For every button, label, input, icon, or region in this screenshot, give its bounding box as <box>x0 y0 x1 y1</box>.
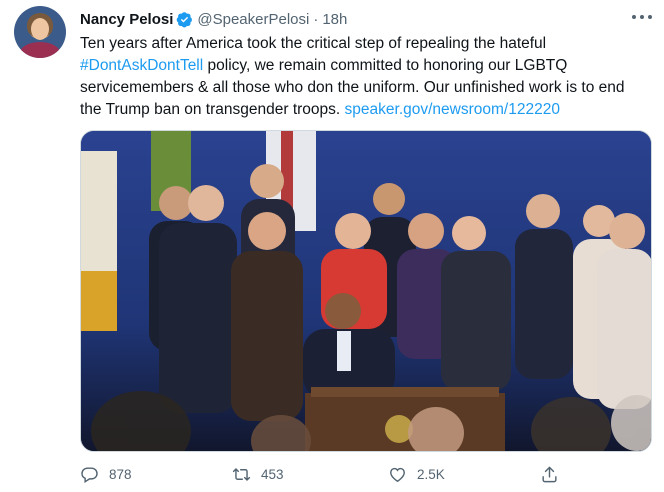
like-button[interactable]: 2.5K <box>388 465 445 484</box>
avatar[interactable] <box>14 6 66 58</box>
reply-count: 878 <box>109 466 132 482</box>
retweet-icon <box>232 467 251 481</box>
more-dot <box>640 15 644 19</box>
more-dot <box>632 15 636 19</box>
flag-shape <box>81 271 117 331</box>
tweet-text: Ten years after America took the critica… <box>80 33 650 121</box>
more-dot <box>648 15 652 19</box>
retweet-count: 453 <box>261 466 284 482</box>
photo-scene <box>81 131 651 451</box>
tweet-timestamp[interactable]: 18h <box>322 11 347 28</box>
tweet-actions: 878 453 2.5K <box>80 462 640 486</box>
reply-button[interactable]: 878 <box>80 465 132 484</box>
author-name[interactable]: Nancy Pelosi <box>80 11 173 28</box>
author-handle[interactable]: @SpeakerPelosi <box>197 11 309 28</box>
url-link[interactable]: speaker.gov/newsroom/122220 <box>345 101 560 118</box>
retweet-button[interactable]: 453 <box>232 465 284 484</box>
tweet-photo[interactable] <box>80 130 652 452</box>
hashtag-link[interactable]: #DontAskDontTell <box>80 57 203 74</box>
tweet-text-part-1: Ten years after America took the critica… <box>80 35 547 52</box>
desk-top-shape <box>311 387 499 397</box>
separator-dot: · <box>313 10 319 28</box>
flag-shape <box>81 151 117 271</box>
like-icon <box>390 467 405 482</box>
like-count: 2.5K <box>417 466 445 482</box>
verified-badge-icon <box>177 11 193 27</box>
tweet[interactable]: Nancy Pelosi @SpeakerPelosi · 18h Ten ye… <box>0 0 664 492</box>
avatar-face-shape <box>31 18 49 40</box>
tweet-header: Nancy Pelosi @SpeakerPelosi · 18h <box>80 8 347 30</box>
share-icon <box>542 466 557 482</box>
avatar-body-shape <box>20 42 60 58</box>
reply-icon <box>81 466 98 483</box>
share-button[interactable] <box>540 465 569 484</box>
more-icon[interactable] <box>632 8 652 26</box>
